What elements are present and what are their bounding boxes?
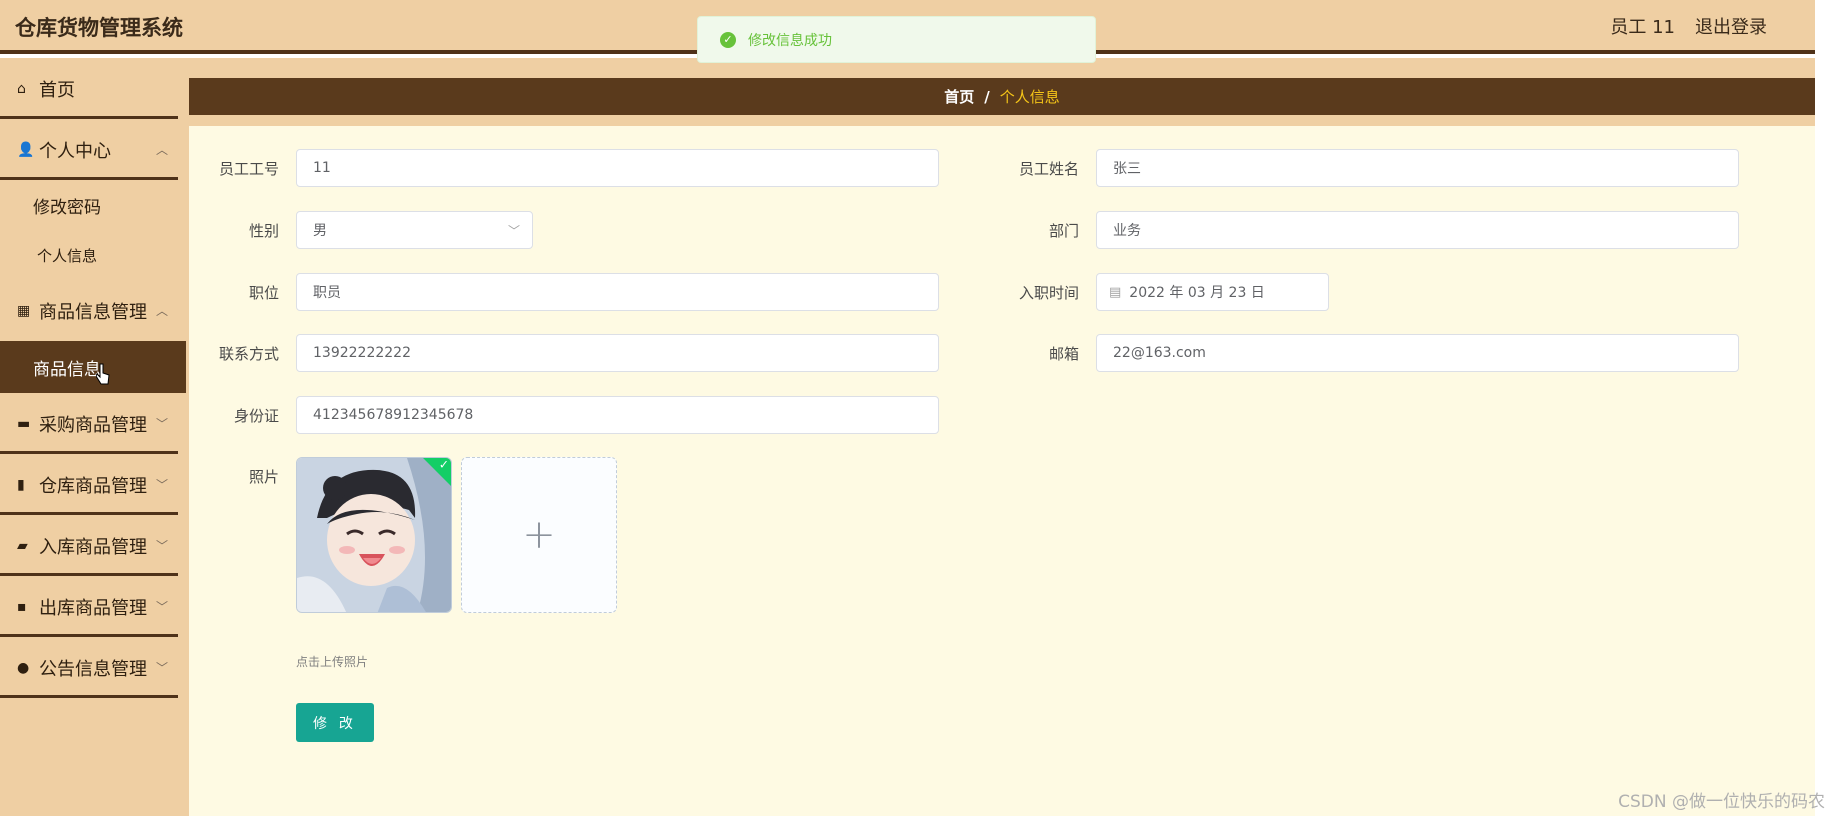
- id-card-label: 身份证: [233, 407, 279, 425]
- phone-input[interactable]: 13922222222: [296, 334, 939, 372]
- chevron-down-icon: ﹀: [156, 661, 169, 675]
- toast-message: 修改信息成功: [748, 32, 832, 49]
- breadcrumb: 首页 / 个人信息: [189, 78, 1815, 115]
- user-icon: 👤: [17, 141, 35, 158]
- sidebar-item-label: 出库商品管理: [39, 597, 147, 619]
- uploaded-photo[interactable]: ✓: [296, 457, 452, 613]
- employee-name-input[interactable]: 张三: [1096, 149, 1739, 187]
- position-input[interactable]: 职员: [296, 273, 939, 311]
- id-card-value: 412345678912345678: [313, 407, 474, 423]
- upload-hint: 点击上传照片: [296, 655, 369, 669]
- main-content: 首页 / 个人信息 员工工号 11 员工姓名 张三 性别 男 ﹀ 部门 业务 职…: [189, 58, 1815, 816]
- sidebar-item-notice-mgmt[interactable]: ● 公告信息管理 ﹀: [0, 637, 189, 698]
- gender-value: 男: [313, 223, 327, 239]
- position-value: 职员: [313, 285, 341, 301]
- hire-date-label: 入职时间: [1018, 284, 1079, 302]
- chevron-down-icon: ﹀: [156, 600, 169, 614]
- sidebar-item-label: 采购商品管理: [39, 414, 147, 436]
- photo-label: 照片: [248, 468, 279, 486]
- employee-name-label: 员工姓名: [1018, 160, 1079, 178]
- sidebar-item-label: 首页: [39, 79, 75, 101]
- sidebar-item-label: 公告信息管理: [39, 658, 147, 680]
- department-label: 部门: [1048, 222, 1079, 240]
- email-input[interactable]: 22@163.com: [1096, 334, 1739, 372]
- chevron-up-icon: ︿: [156, 143, 169, 157]
- bulb-icon: ●: [17, 659, 30, 676]
- plus-icon: +: [522, 512, 556, 558]
- briefcase-icon: ▬: [17, 415, 31, 432]
- phone-label: 联系方式: [218, 345, 279, 363]
- employee-id-label: 员工工号: [218, 160, 279, 178]
- sidebar-item-label: 仓库商品管理: [39, 475, 147, 497]
- bar-chart-icon: ▮: [17, 476, 25, 493]
- ticket-icon: ▰: [17, 537, 28, 554]
- sidebar-subitem-personal-info[interactable]: 个人信息: [0, 230, 189, 280]
- home-icon: ⌂: [17, 80, 26, 97]
- chevron-down-icon: ﹀: [156, 417, 169, 431]
- app-title: 仓库货物管理系统: [15, 16, 183, 40]
- email-label: 邮箱: [1048, 345, 1079, 363]
- breadcrumb-separator: /: [984, 87, 990, 106]
- modify-button[interactable]: 修 改: [296, 703, 374, 742]
- employee-id-value: 11: [313, 160, 331, 176]
- sidebar-item-product-info-mgmt[interactable]: ▦ 商品信息管理 ︿: [0, 280, 189, 341]
- sidebar-item-label: 商品信息管理: [39, 301, 147, 323]
- chevron-down-icon: ﹀: [156, 478, 169, 492]
- chevron-down-icon: ﹀: [507, 224, 520, 238]
- watermark: CSDN @做一位快乐的码农: [1618, 792, 1825, 812]
- sidebar: ⌂ 首页 👤 个人中心 ︿ 修改密码 个人信息 ▦ 商品信息管理 ︿ 商品信息 …: [0, 58, 189, 816]
- header-actions: 员工 11 退出登录: [1610, 13, 1767, 39]
- sidebar-item-home[interactable]: ⌂ 首页: [0, 58, 189, 119]
- id-card-input[interactable]: 412345678912345678: [296, 396, 939, 434]
- chevron-down-icon: ﹀: [156, 539, 169, 553]
- divider: [0, 695, 178, 698]
- current-user-label[interactable]: 员工 11: [1610, 13, 1675, 39]
- grid-icon: ▦: [17, 302, 31, 319]
- hire-date-picker[interactable]: ▤ 2022 年 03 月 23 日: [1096, 273, 1329, 311]
- sidebar-item-label: 入库商品管理: [39, 536, 147, 558]
- department-input[interactable]: 业务: [1096, 211, 1739, 249]
- sidebar-item-purchase-mgmt[interactable]: ▬ 采购商品管理 ﹀: [0, 393, 189, 454]
- breadcrumb-current: 个人信息: [999, 88, 1060, 106]
- gender-label: 性别: [248, 222, 279, 240]
- position-label: 职位: [248, 284, 279, 302]
- check-icon: ✓: [438, 457, 449, 472]
- sidebar-item-outbound-mgmt[interactable]: ▪ 出库商品管理 ﹀: [0, 576, 189, 637]
- department-value: 业务: [1113, 223, 1141, 239]
- sidebar-subitem-product-info[interactable]: 商品信息: [0, 341, 186, 393]
- check-circle-icon: ✓: [720, 31, 736, 48]
- chevron-up-icon: ︿: [156, 304, 169, 318]
- sidebar-item-personal-center[interactable]: 👤 个人中心 ︿: [0, 119, 189, 180]
- success-toast: ✓ 修改信息成功: [697, 16, 1096, 63]
- email-value: 22@163.com: [1113, 345, 1206, 361]
- sidebar-item-label: 个人中心: [39, 140, 111, 162]
- logout-link[interactable]: 退出登录: [1695, 13, 1767, 39]
- employee-name-value: 张三: [1113, 161, 1141, 177]
- sidebar-subitem-change-password[interactable]: 修改密码: [0, 180, 189, 230]
- sidebar-item-warehouse-mgmt[interactable]: ▮ 仓库商品管理 ﹀: [0, 454, 189, 515]
- employee-id-input[interactable]: 11: [296, 149, 939, 187]
- gender-select[interactable]: 男 ﹀: [296, 211, 533, 249]
- phone-value: 13922222222: [313, 345, 411, 361]
- breadcrumb-home[interactable]: 首页: [944, 86, 974, 107]
- mouse-cursor-icon: [96, 363, 110, 385]
- divider: [0, 177, 178, 180]
- upload-photo-button[interactable]: +: [461, 457, 617, 613]
- hire-date-value: 2022 年 03 月 23 日: [1129, 285, 1265, 301]
- avatar-image: [297, 458, 451, 612]
- calendar-icon: ▤: [1109, 284, 1122, 300]
- sidebar-item-inbound-mgmt[interactable]: ▰ 入库商品管理 ﹀: [0, 515, 189, 576]
- breadcrumb-underline: [189, 115, 1815, 126]
- apps-icon: ▪: [17, 598, 27, 615]
